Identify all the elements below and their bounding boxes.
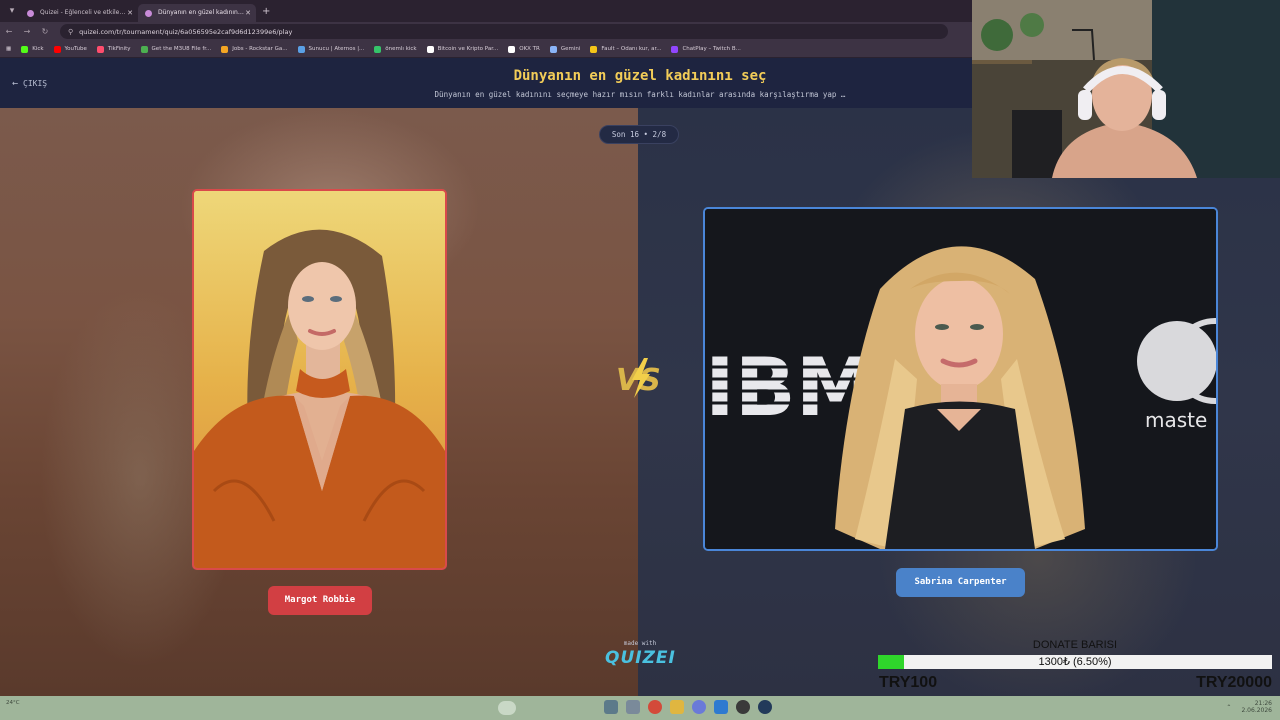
fault-icon — [590, 45, 598, 53]
bookmark-youtube[interactable]: YouTube — [53, 45, 87, 53]
bookmark-kick[interactable]: Kick — [21, 45, 44, 53]
contestant-left-photo — [194, 191, 445, 568]
folder-icon[interactable] — [670, 700, 684, 714]
donate-title: DONATE BARISI — [1032, 639, 1118, 651]
back-icon[interactable]: ← — [0, 27, 18, 36]
tab-favicon-icon — [145, 10, 152, 17]
gemini-icon — [549, 45, 557, 53]
weather-widget[interactable]: 24°C — [6, 699, 20, 707]
choose-left-button[interactable]: Margot Robbie — [268, 586, 372, 615]
tikfinity-icon — [96, 45, 104, 53]
youtube-icon — [53, 45, 61, 53]
okx-icon — [426, 45, 434, 53]
bookmark-tikfinity[interactable]: TikFinity — [96, 45, 131, 53]
kick-icon — [21, 45, 29, 53]
taskbar-apps — [604, 700, 780, 714]
bookmark-gemini[interactable]: Gemini — [549, 45, 580, 53]
made-with-quizei[interactable]: made with QUIZEI — [605, 640, 675, 668]
tab-label: Dünyanın en güzel kadınını seç — [158, 9, 244, 16]
chatplay-icon — [671, 45, 679, 53]
donate-progress-bar: 1300₺ (6.50%) — [878, 655, 1272, 669]
made-with-text: made with — [623, 640, 657, 647]
browser-tab-quizei[interactable]: Quizei - Eğlenceli ve etkileşimli ✕ — [20, 4, 138, 22]
file-manager-icon[interactable] — [626, 700, 640, 714]
task-view-icon[interactable] — [604, 700, 618, 714]
tray-chevron-icon[interactable]: ⌃ — [1226, 704, 1231, 711]
contestant-left-card[interactable] — [192, 189, 447, 570]
bookmark-aternos[interactable]: Sunucu | Aternos |... — [297, 45, 364, 53]
aternos-icon — [297, 45, 305, 53]
taskbar-clock[interactable]: 21:26 2.06.2026 — [1241, 700, 1272, 714]
site-info-icon[interactable]: ⚲ — [68, 28, 73, 36]
okx-icon — [508, 45, 516, 53]
vs-lightning-icon: VS — [616, 358, 661, 398]
bookmark-m3u8[interactable]: Get the M3U8 File fr... — [140, 45, 211, 53]
tab-close-icon[interactable]: ✕ — [127, 4, 133, 22]
rockstar-icon — [221, 45, 229, 53]
bookmark-fault[interactable]: Fault – Odanı kur, ar... — [590, 45, 661, 53]
taskbar-search-icon[interactable] — [498, 701, 516, 715]
tab-favicon-icon — [27, 10, 34, 17]
m3u8-icon — [140, 45, 148, 53]
tab-label: Quizei - Eğlenceli ve etkileşimli — [40, 9, 126, 16]
bookmark-okx[interactable]: OKX TR — [508, 45, 540, 53]
quiz-description: Dünyanın en güzel kadınını seçmeye hazır… — [434, 90, 846, 99]
kick-icon — [374, 45, 382, 53]
tab-close-icon[interactable]: ✕ — [245, 4, 251, 22]
discord-icon[interactable] — [692, 700, 706, 714]
webcam-overlay — [972, 0, 1280, 178]
donate-progress-text: 1300₺ (6.50%) — [1038, 656, 1112, 668]
exit-button[interactable]: ← ÇIKIŞ — [12, 78, 47, 89]
webcam-feed-image — [972, 0, 1280, 178]
round-indicator: Son 16 • 2/8 — [599, 125, 679, 144]
apps-grid-icon[interactable]: ▦ — [6, 46, 11, 52]
url-text: quizei.com/tr/tournament/quiz/6a056595e2… — [79, 27, 293, 36]
clock-time: 21:26 — [1254, 700, 1272, 707]
donate-max-label: TRY20000 — [1196, 674, 1272, 691]
exit-label: ÇIKIŞ — [23, 79, 48, 88]
donate-widget: DONATE BARISI 1300₺ (6.50%) TRY100 TRY20… — [876, 637, 1274, 695]
choose-right-button[interactable]: Sabrina Carpenter — [896, 568, 1025, 597]
reload-icon[interactable]: ↻ — [36, 27, 54, 36]
url-field[interactable]: ⚲ quizei.com/tr/tournament/quiz/6a056595… — [60, 24, 948, 39]
new-tab-icon[interactable]: + — [262, 6, 270, 17]
windows-taskbar: 24°C ⌃ 21:26 2.06.2026 — [0, 696, 1280, 720]
browser-tab-active[interactable]: Dünyanın en güzel kadınını seç ✕ — [138, 4, 256, 22]
obs-icon[interactable] — [736, 700, 750, 714]
backdrop-mastercard-text: maste — [1145, 408, 1207, 432]
weather-text: 24°C — [6, 700, 20, 706]
app-icon[interactable] — [714, 700, 728, 714]
contestant-right-card[interactable]: IBM maste — [703, 207, 1218, 551]
clock-date: 2.06.2026 — [1241, 707, 1272, 714]
bookmark-onemli-kick[interactable]: önemlı kick — [374, 45, 417, 53]
chrome-icon[interactable] — [648, 700, 662, 714]
bookmark-bitcoin[interactable]: Bitcoin ve Kripto Par... — [426, 45, 498, 53]
screen: ▾ Quizei - Eğlenceli ve etkileşimli ✕ Dü… — [0, 0, 1280, 720]
tab-menu-icon[interactable]: ▾ — [4, 6, 20, 16]
system-tray: ⌃ 21:26 2.06.2026 — [1226, 700, 1272, 714]
bookmark-chatplay[interactable]: ChatPlay – Twitch B... — [671, 45, 741, 53]
quiz-title: Dünyanın en güzel kadınını seç — [513, 68, 767, 84]
steam-icon[interactable] — [758, 700, 772, 714]
contestant-right-photo: IBM maste — [705, 209, 1216, 549]
bookmark-rockstar[interactable]: Jobs - Rockstar Ga... — [221, 45, 288, 53]
forward-icon[interactable]: → — [18, 27, 36, 36]
donate-min-label: TRY100 — [879, 674, 938, 691]
arrow-left-icon: ← — [12, 78, 19, 89]
quizei-logo: QUIZEI — [605, 648, 676, 668]
